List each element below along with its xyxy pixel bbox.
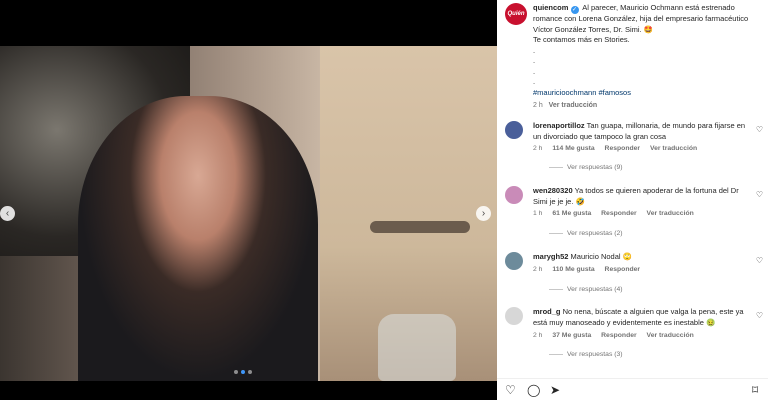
- comment-text: wen280320 Ya todos se quieren apoderar d…: [533, 186, 755, 207]
- comment-likes[interactable]: 37 Me gusta: [552, 332, 591, 339]
- carousel-dot: [248, 370, 252, 374]
- post-photo[interactable]: [0, 46, 497, 381]
- comment-likes[interactable]: 114 Me gusta: [552, 145, 594, 152]
- reply-button[interactable]: Responder: [601, 332, 637, 339]
- comment-text: marygh52 Mauricio Nodal 🙄: [533, 252, 755, 263]
- comment-user[interactable]: lorenaportilloz: [533, 121, 585, 130]
- carousel-dot-active: [241, 370, 245, 374]
- caption-dot: .: [533, 56, 536, 65]
- account-name[interactable]: quiencom: [533, 3, 568, 12]
- view-replies[interactable]: Ver respuestas (9): [549, 164, 623, 171]
- chevron-left-icon[interactable]: ‹: [0, 206, 15, 221]
- reply-button[interactable]: Responder: [601, 210, 637, 217]
- caption-text: quiencom ✓ Al parecer, Mauricio Ochmann …: [533, 3, 763, 112]
- view-replies[interactable]: Ver respuestas (3): [549, 351, 623, 358]
- media-area: ‹ ›: [0, 0, 497, 400]
- heart-icon[interactable]: ♡: [756, 256, 763, 265]
- comment-time: 2 h: [533, 145, 543, 152]
- caption-dot: .: [533, 77, 536, 86]
- comment-likes[interactable]: 110 Me gusta: [552, 266, 594, 273]
- carousel-dots: [234, 370, 252, 374]
- view-replies[interactable]: Ver respuestas (4): [549, 286, 623, 293]
- avatar[interactable]: [505, 252, 523, 270]
- caption-dot: .: [533, 45, 536, 55]
- comment-time: 2 h: [533, 266, 543, 273]
- account-avatar[interactable]: Quién: [505, 3, 527, 25]
- woman-portrait: [78, 96, 318, 381]
- comment-time: 2 h: [533, 332, 543, 339]
- carousel-dot: [234, 370, 238, 374]
- comment-text: lorenaportilloz Tan guapa, millonaria, d…: [533, 121, 755, 142]
- translate-button[interactable]: Ver traducción: [650, 145, 697, 152]
- comment-meta: 2 h 114 Me gusta Responder Ver traducció…: [533, 145, 705, 152]
- comment-user[interactable]: marygh52: [533, 252, 568, 261]
- comment-time: 1 h: [533, 210, 543, 217]
- comment-user[interactable]: mrod_g: [533, 307, 561, 316]
- avatar[interactable]: [505, 186, 523, 204]
- caption-dot: .: [533, 66, 536, 76]
- heart-icon[interactable]: ♡: [756, 311, 763, 320]
- comment-icon[interactable]: ◯: [527, 383, 540, 397]
- heart-icon[interactable]: ♡: [505, 383, 516, 397]
- comment-text: mrod_g No nena, búscate a alguien que va…: [533, 307, 755, 328]
- view-replies[interactable]: Ver respuestas (2): [549, 230, 623, 237]
- comments-panel: Quién quiencom ✓ Al parecer, Mauricio Oc…: [497, 0, 768, 400]
- comment-likes[interactable]: 61 Me gusta: [552, 210, 591, 217]
- share-icon[interactable]: ➤: [550, 383, 560, 397]
- comment-body: Mauricio Nodal 🙄: [570, 252, 632, 261]
- translate-button[interactable]: Ver traducción: [647, 210, 694, 217]
- comment-meta: 2 h 37 Me gusta Responder Ver traducción: [533, 332, 702, 339]
- comment-meta: 1 h 61 Me gusta Responder Ver traducción: [533, 210, 702, 217]
- bookmark-icon[interactable]: ⌑: [752, 383, 758, 397]
- translation-link[interactable]: Ver traducción: [549, 102, 598, 109]
- caption-line2: Te contamos más en Stories.: [533, 35, 630, 44]
- heart-icon[interactable]: ♡: [756, 125, 763, 134]
- reply-button[interactable]: Responder: [605, 266, 641, 273]
- verified-icon: ✓: [570, 6, 579, 14]
- avatar[interactable]: [505, 121, 523, 139]
- action-bar: ♡ ◯ ➤ ⌑: [497, 378, 768, 400]
- cafe-table: [370, 221, 470, 233]
- heart-icon[interactable]: ♡: [756, 190, 763, 199]
- post-time: 2 h: [533, 102, 543, 109]
- comment-user[interactable]: wen280320: [533, 186, 573, 195]
- reply-button[interactable]: Responder: [605, 145, 641, 152]
- translate-button[interactable]: Ver traducción: [647, 332, 694, 339]
- chevron-right-icon[interactable]: ›: [476, 206, 491, 221]
- comment-body: No nena, búscate a alguien que valga la …: [533, 307, 744, 327]
- hashtags[interactable]: #mauricioochmann #famosos: [533, 88, 631, 97]
- instagram-post-view: ‹ › Quién quiencom ✓ Al parecer, Maurici…: [0, 0, 768, 400]
- comment-meta: 2 h 110 Me gusta Responder: [533, 266, 648, 273]
- glass-jar: [378, 314, 456, 381]
- avatar[interactable]: [505, 307, 523, 325]
